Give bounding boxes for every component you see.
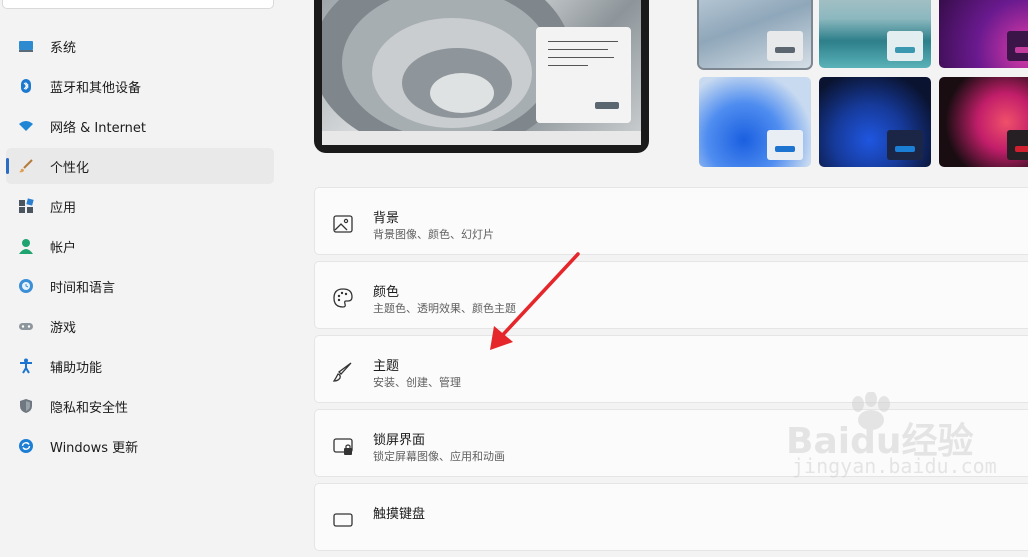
shield-icon [20,399,32,413]
wifi-icon [19,121,33,131]
annotation-arrow-icon [490,252,580,350]
lock-screen-icon [333,438,353,455]
apps-icon [19,198,34,213]
baidu-watermark: Baidu经验 jingyan.baidu.com [786,392,997,488]
sidebar-item-label: 应用 [50,200,77,216]
theme-preview [314,0,649,153]
theme-thumbnail[interactable] [699,77,811,167]
sidebar-item-system[interactable]: 系统 [6,28,274,64]
sidebar-item-time-language[interactable]: 时间和语言 [6,268,274,304]
setting-row-themes[interactable]: 主题 安装、创建、管理 [314,335,1028,403]
setting-title: 触摸键盘 [373,507,426,522]
gamepad-icon [19,323,33,330]
image-icon [333,215,353,233]
display-icon [19,41,33,52]
palette-icon [333,288,353,308]
theme-thumbnail[interactable] [939,0,1028,68]
sidebar-item-personalization[interactable]: 个性化 [6,148,274,184]
sidebar: 系统 蓝牙和其他设备 网络 & Internet 个性化 应用 帐户 时间和语言… [0,28,280,468]
keyboard-icon [333,513,353,527]
account-icon [19,239,33,254]
setting-row-colors[interactable]: 颜色 主题色、透明效果、颜色主题 [314,261,1028,329]
setting-title: 颜色 [373,285,400,300]
sidebar-item-apps[interactable]: 应用 [6,188,274,224]
preview-taskbar [322,131,641,145]
sidebar-item-bluetooth[interactable]: 蓝牙和其他设备 [6,68,274,104]
watermark-domain: jingyan.baidu.com [792,454,997,478]
setting-subtitle: 锁定屏幕图像、应用和动画 [373,450,505,463]
preview-window [536,27,631,123]
setting-subtitle: 安装、创建、管理 [373,376,461,389]
sidebar-item-accounts[interactable]: 帐户 [6,228,274,264]
setting-row-background[interactable]: 背景 背景图像、颜色、幻灯片 [314,187,1028,255]
sidebar-item-label: 网络 & Internet [50,120,147,136]
setting-title: 锁屏界面 [373,433,426,448]
sidebar-item-privacy[interactable]: 隐私和安全性 [6,388,274,424]
search-input[interactable] [2,0,274,9]
sidebar-item-windows-update[interactable]: Windows 更新 [6,428,274,464]
setting-subtitle: 背景图像、颜色、幻灯片 [373,228,494,241]
setting-title: 背景 [373,211,400,226]
sidebar-item-label: Windows 更新 [50,440,139,456]
theme-thumbnail[interactable] [819,0,931,68]
brush-icon [332,362,352,382]
sidebar-item-label: 游戏 [50,320,77,336]
sidebar-item-label: 蓝牙和其他设备 [50,80,142,96]
sidebar-item-label: 隐私和安全性 [50,400,129,416]
accessibility-icon [20,358,32,374]
sidebar-item-label: 辅助功能 [50,360,103,376]
theme-thumbnail[interactable] [939,77,1028,167]
sidebar-item-label: 帐户 [50,240,77,256]
sidebar-item-label: 个性化 [50,160,90,176]
theme-thumbnail[interactable] [697,0,813,70]
theme-thumbnail[interactable] [819,77,931,167]
sidebar-item-network[interactable]: 网络 & Internet [6,108,274,144]
brush-icon [19,159,33,173]
sync-icon [19,439,33,453]
setting-row-touch-keyboard[interactable]: 触摸键盘 [314,483,1028,551]
sidebar-item-label: 时间和语言 [50,280,116,296]
sidebar-item-label: 系统 [50,40,77,56]
sidebar-item-gaming[interactable]: 游戏 [6,308,274,344]
setting-title: 主题 [373,359,400,374]
globe-clock-icon [19,279,33,293]
sidebar-item-accessibility[interactable]: 辅助功能 [6,348,274,384]
bluetooth-icon [21,79,31,93]
settings-list: 背景 背景图像、颜色、幻灯片 颜色 主题色、透明效果、颜色主题 主题 安装、创建… [314,187,1028,557]
